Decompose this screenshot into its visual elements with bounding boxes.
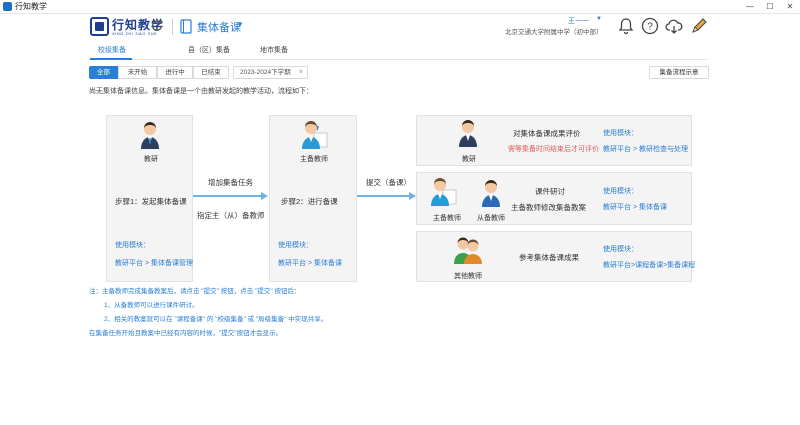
term-value: 2023-2024下学期: [240, 69, 291, 76]
filter-all[interactable]: 全部: [89, 66, 118, 79]
panel2-title: 课件研讨: [535, 187, 565, 196]
user-name[interactable]: 王一一: [568, 16, 589, 26]
teacher-avatar-icon: [141, 122, 159, 149]
main-teacher-avatar-icon: [431, 178, 457, 206]
panel3-role: 其他教师: [454, 273, 482, 280]
step2-module-path[interactable]: 教研平台 > 集体备课: [278, 258, 342, 268]
panel2-module-label: 使用模块：: [603, 188, 638, 195]
chevron-down-icon: ∨: [298, 69, 303, 75]
term-select[interactable]: 2023-2024下学期 ∨: [233, 66, 308, 79]
bell-icon[interactable]: [617, 17, 635, 35]
flow-diagram-button[interactable]: 集备流程示意: [649, 66, 709, 79]
panel1-title: 对集体备课成果评价: [513, 129, 581, 138]
maximize-icon[interactable]: ☐: [760, 0, 780, 14]
tab-county[interactable]: 县（区）集备: [188, 45, 230, 55]
active-tab-indicator: [90, 58, 132, 60]
header-separator: [172, 19, 173, 35]
panel2-subtitle: 主备教师修改集备教案: [511, 203, 586, 212]
step2-role: 主备教师: [300, 156, 328, 163]
arrow-right-icon: [357, 192, 416, 200]
chevron-down-icon[interactable]: ▼: [236, 20, 244, 29]
window-titlebar: 行知教学 — ☐ ✕: [0, 0, 800, 14]
window-title: 行知教学: [15, 2, 47, 11]
panel2-sub-role: 从备教师: [477, 215, 505, 222]
sub-teacher-avatar-icon: [482, 180, 500, 207]
panel3-title: 参考集体备课成果: [519, 253, 579, 262]
step1-module-path[interactable]: 教研平台 > 集体备课管理: [115, 258, 193, 268]
filter-ended[interactable]: 已结束: [193, 66, 229, 79]
evaluation-panel: 教研 对集体备课成果评价 需等集备时间结束后才可评价 使用模块： 教研平台 > …: [416, 115, 692, 166]
app-header: 行知教学 XING ZHI JIAO XUE 集体备课 ▼ 王一一 ▼ 北京交通…: [0, 14, 800, 42]
panel2-main-role: 主备教师: [433, 215, 461, 222]
step1-card: 教研 步骤1：发起集体备课 使用模块： 教研平台 > 集体备课管理: [106, 115, 193, 282]
intro-text: 尚无集体备课信息。集体备课是一个由教研发起的教学活动，流程如下：: [89, 88, 313, 95]
reference-results-panel: 其他教师 参考集体备课成果 使用模块： 教研平台>课程备课>集备课程: [416, 231, 695, 282]
filter-in-progress[interactable]: 进行中: [157, 66, 193, 79]
help-icon[interactable]: ?: [641, 17, 659, 35]
step2-card: 主备教师 步骤2：进行备课 使用模块： 教研平台 > 集体备课: [269, 115, 357, 282]
filter-not-started[interactable]: 未开始: [118, 66, 157, 79]
courseware-discussion-panel: 主备教师 从备教师 课件研讨 主备教师修改集备教案 使用模块： 教研平台 > 集…: [416, 172, 692, 225]
logo-icon: [90, 17, 109, 36]
module-selector[interactable]: 集体备课: [197, 19, 241, 35]
close-icon[interactable]: ✕: [780, 0, 800, 14]
note-line-3: 2、相关的教案就可以在 "课程备课" 的 "校级集备" 或 "局级集备" 中实现…: [104, 316, 328, 323]
step1-role: 教研: [144, 156, 158, 163]
note-line-2: 1、从备教师可以进行课件研讨。: [104, 302, 199, 309]
main-teacher-avatar-icon: [302, 121, 328, 149]
pen-icon[interactable]: [690, 17, 708, 35]
minimize-icon[interactable]: —: [740, 0, 760, 14]
app-icon: [3, 2, 12, 11]
document-icon: [180, 19, 192, 34]
panel3-module-path[interactable]: 教研平台>课程备课>集备课程: [603, 260, 695, 270]
tab-school[interactable]: 校级集备: [98, 45, 126, 55]
panel1-hint: 需等集备时间结束后才可评价: [508, 146, 599, 153]
panel1-role: 教研: [462, 156, 476, 163]
panel2-module-path[interactable]: 教研平台 > 集体备课: [603, 202, 667, 212]
note-line-4: 在集备任务开始且教案中已经有内容的时候，"提交"按钮才会显示。: [89, 330, 283, 337]
step2-module-label: 使用模块：: [278, 242, 313, 249]
step1-title: 步骤1：发起集体备课: [115, 197, 187, 206]
refresh-icon[interactable]: [150, 19, 164, 33]
arrow-right-icon: [193, 192, 268, 200]
panel3-module-label: 使用模块：: [603, 246, 638, 253]
school-name: 北京交通大学附属中学（初中部）: [505, 29, 603, 36]
other-teachers-avatar-icon: [454, 237, 482, 264]
svg-text:?: ?: [647, 22, 653, 33]
user-chevron-icon[interactable]: ▼: [596, 16, 602, 22]
arrow1-bottom-label: 指定主（从）备教师: [197, 211, 265, 220]
step2-title: 步骤2：进行备课: [281, 197, 338, 206]
step1-module-label: 使用模块：: [115, 242, 150, 249]
arrow2-label: 提交（备课）: [366, 178, 411, 187]
note-line-1: 注：主备教师完成集备教案后，请点击 "提交" 按钮，点击 "提交" 按钮后：: [89, 288, 301, 295]
arrow1-top-label: 增加集备任务: [208, 178, 253, 187]
panel1-module-label: 使用模块：: [603, 130, 638, 137]
tab-city[interactable]: 地市集备: [260, 45, 288, 55]
cloud-download-icon[interactable]: [665, 17, 683, 35]
panel1-module-path[interactable]: 教研平台 > 教研检查与处理: [603, 144, 688, 154]
tab-bar: 校级集备 县（区）集备 地市集备: [88, 42, 708, 60]
teacher-avatar-icon: [459, 120, 477, 147]
